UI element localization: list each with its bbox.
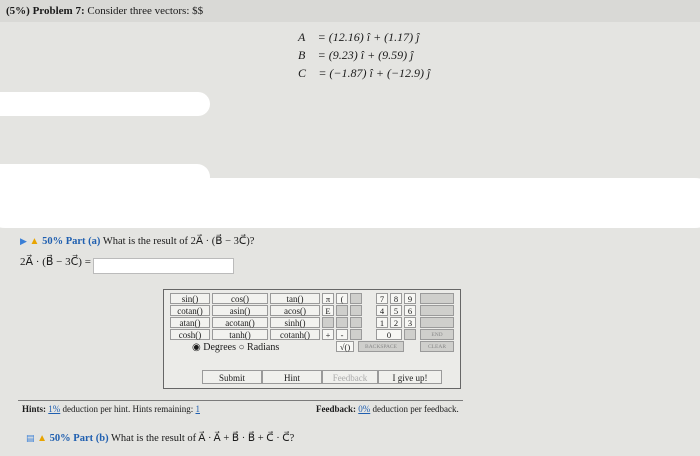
submit-button[interactable]: Submit (202, 370, 262, 384)
redaction-mask (0, 178, 700, 228)
cotan-button[interactable]: cotan() (170, 305, 210, 316)
sin-button[interactable]: sin() (170, 293, 210, 304)
backspace-key[interactable]: BACKSPACE (358, 341, 404, 352)
hints-label: Hints: (22, 404, 47, 414)
cosh-button[interactable]: cosh() (170, 329, 210, 340)
cos-button[interactable]: cos() (212, 293, 268, 304)
radians-label: Radians (247, 342, 280, 353)
tan-button[interactable]: tan() (270, 293, 320, 304)
expand-triangle-icon[interactable]: ▶ (20, 236, 27, 246)
blank-key[interactable] (350, 305, 362, 316)
acotan-button[interactable]: acotan() (212, 317, 268, 328)
e-key[interactable]: E (322, 305, 334, 316)
feedback-line: Feedback: 0% deduction per feedback. (316, 404, 459, 414)
blank-key[interactable] (420, 305, 454, 316)
key-4[interactable]: 4 (376, 305, 388, 316)
radio-unselected-icon[interactable]: ○ (239, 342, 245, 353)
calculator-panel: sin() cos() tan() cotan() asin() acos() … (163, 289, 461, 389)
radio-selected-icon[interactable]: ◉ (192, 342, 201, 353)
part-b-header[interactable]: ▤ ▲ 50% Part (b) What is the result of A… (26, 432, 294, 444)
part-b-expand-icon[interactable]: ▤ (26, 433, 35, 443)
problem-prompt: Consider three vectors: $$ (87, 5, 204, 17)
divider (18, 400, 463, 401)
redaction-mask (0, 92, 210, 116)
hints-deduction: 1% (48, 404, 61, 414)
degrees-label: Degrees (203, 342, 236, 353)
decimal-key[interactable] (404, 329, 416, 340)
tanh-button[interactable]: tanh() (212, 329, 268, 340)
blank-key[interactable] (322, 317, 334, 328)
hint-button[interactable]: Hint (262, 370, 322, 384)
minus-key[interactable]: - (336, 329, 348, 340)
home-key[interactable]: END (420, 329, 454, 340)
vector-b: B⃗ = (9.23) î + (9.59) ĵ (298, 48, 414, 62)
clear-key[interactable]: CLEAR (420, 341, 454, 352)
vector-c: C⃗ = (−1.87) î + (−12.9) ĵ (298, 66, 431, 80)
degrees-option[interactable]: ◉ Degrees ○ Radians (192, 342, 279, 353)
blank-key[interactable] (336, 317, 348, 328)
warning-icon: ▲ (37, 433, 48, 444)
warning-icon: ▲ (29, 236, 40, 247)
key-0[interactable]: 0 (376, 329, 402, 340)
key-8[interactable]: 8 (390, 293, 402, 304)
pi-key[interactable]: π (322, 293, 334, 304)
feedback-text: deduction per feedback. (372, 404, 459, 414)
problem-heading: (5%) Problem 7: (6, 5, 85, 17)
key-2[interactable]: 2 (390, 317, 402, 328)
acos-button[interactable]: acos() (270, 305, 320, 316)
blank-key[interactable] (420, 317, 454, 328)
part-b-question: What is the result of A⃗ · A⃗ + B⃗ · B⃗ … (111, 433, 295, 444)
hints-remaining: 1 (195, 404, 201, 414)
sinh-button[interactable]: sinh() (270, 317, 320, 328)
atan-button[interactable]: atan() (170, 317, 210, 328)
key-3[interactable]: 3 (404, 317, 416, 328)
part-a-percent: 50% Part (a) (42, 236, 101, 247)
part-a-header[interactable]: ▶ ▲ 50% Part (a) What is the result of 2… (20, 235, 254, 247)
vector-a: A⃗ = (12.16) î + (1.17) ĵ (298, 30, 420, 44)
feedback-button[interactable]: Feedback (322, 370, 378, 384)
open-paren-key[interactable]: ( (336, 293, 348, 304)
plus-key[interactable]: + (322, 329, 334, 340)
part-b-percent: 50% Part (b) (49, 433, 109, 444)
close-paren-key[interactable] (350, 293, 362, 304)
key-7[interactable]: 7 (376, 293, 388, 304)
give-up-button[interactable]: I give up! (378, 370, 442, 384)
blank-key[interactable] (336, 305, 348, 316)
blank-key[interactable] (350, 317, 362, 328)
hints-text: deduction per hint. Hints remaining: (62, 404, 194, 414)
hints-line: Hints: 1% deduction per hint. Hints rema… (22, 404, 200, 414)
answer-label: 2A⃗ · (B⃗ − 3C⃗) = (20, 256, 91, 268)
backspace-key-top[interactable] (420, 293, 454, 304)
answer-input[interactable] (93, 258, 234, 274)
key-1[interactable]: 1 (376, 317, 388, 328)
cotanh-button[interactable]: cotanh() (270, 329, 320, 340)
feedback-deduction: 0% (358, 404, 371, 414)
key-5[interactable]: 5 (390, 305, 402, 316)
sqrt-key[interactable]: √() (336, 341, 354, 352)
asin-button[interactable]: asin() (212, 305, 268, 316)
feedback-label: Feedback: (316, 404, 356, 414)
blank-key[interactable] (350, 329, 362, 340)
key-6[interactable]: 6 (404, 305, 416, 316)
part-a-question: What is the result of 2A⃗ · (B⃗ − 3C⃗)? (102, 236, 255, 247)
key-9[interactable]: 9 (404, 293, 416, 304)
problem-header: (5%) Problem 7: Consider three vectors: … (0, 0, 700, 22)
